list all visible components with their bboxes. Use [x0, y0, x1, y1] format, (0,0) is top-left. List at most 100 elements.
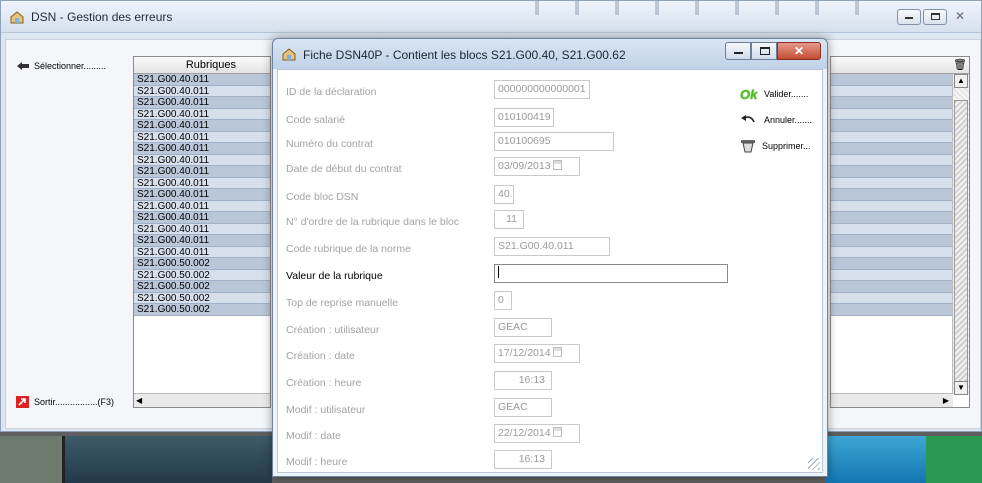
contract-start-date-input[interactable]: 03/09/2013	[494, 157, 580, 176]
grid-row[interactable]	[831, 189, 969, 201]
grid-row[interactable]	[831, 246, 969, 258]
created-user-input[interactable]: GEAC	[494, 318, 552, 337]
maximize-icon	[760, 47, 770, 55]
grid-row[interactable]	[831, 85, 969, 97]
grid-row[interactable]: S21.G00.40.011	[134, 85, 270, 97]
grid-row[interactable]	[831, 292, 969, 304]
grid-row[interactable]: S21.G00.40.011	[134, 200, 270, 212]
grid-row[interactable]: S21.G00.40.011	[134, 154, 270, 166]
created-time-input[interactable]: 16:13	[494, 371, 552, 390]
grid-row[interactable]	[831, 177, 969, 189]
scroll-right-icon[interactable]: ▶	[943, 396, 949, 405]
grid-row[interactable]: S21.G00.40.011	[134, 166, 270, 178]
grid-row[interactable]	[831, 258, 969, 270]
grid-row[interactable]	[831, 131, 969, 143]
resize-grip-icon[interactable]	[808, 458, 820, 470]
rubric-value-input[interactable]	[494, 264, 728, 283]
declaration-id-input[interactable]: 000000000000001	[494, 80, 590, 99]
main-title-bar[interactable]: DSN - Gestion des erreurs ✕	[1, 1, 981, 33]
grid-row[interactable]	[831, 154, 969, 166]
grid-row[interactable]	[831, 212, 969, 224]
field-created-time: Création : heure 16:13	[278, 371, 748, 395]
order-number-input[interactable]: 11	[494, 210, 524, 229]
main-caption-buttons: ✕	[895, 9, 973, 25]
grid-right-hscroll[interactable]: ▶	[831, 393, 953, 407]
scroll-thumb[interactable]	[954, 100, 968, 390]
grid-row[interactable]: S21.G00.40.011	[134, 131, 270, 143]
exit-button[interactable]: Sortir.................(F3)	[16, 396, 114, 408]
scroll-left-icon[interactable]: ◀	[136, 396, 142, 405]
grid-row[interactable]	[831, 108, 969, 120]
grid-row[interactable]: S21.G00.40.011	[134, 74, 270, 86]
validate-button[interactable]: Ok Valider.......	[740, 84, 824, 104]
rubriques-grid[interactable]: Rubriques S21.G00.40.011 S21.G00.40.011 S2…	[133, 56, 271, 408]
calendar-icon[interactable]	[552, 427, 562, 437]
taskbar-item[interactable]	[826, 436, 926, 483]
grid-column-header[interactable]: Rubriques	[134, 57, 270, 74]
grid-row[interactable]	[831, 304, 969, 316]
grid-row[interactable]: S21.G00.40.011	[134, 223, 270, 235]
grid-row[interactable]: S21.G00.40.011	[134, 212, 270, 224]
date-value: 22/12/2014	[498, 427, 551, 439]
grid-row[interactable]	[831, 235, 969, 247]
modified-date-input[interactable]: 22/12/2014	[494, 424, 580, 443]
norm-code-input[interactable]: S21.G00.40.011	[494, 237, 610, 256]
maximize-button[interactable]	[923, 9, 947, 25]
dsn-block-code-input[interactable]: 40	[494, 185, 514, 204]
taskbar-item[interactable]	[0, 436, 62, 483]
dialog-close-button[interactable]: ✕	[777, 42, 821, 60]
close-icon: ✕	[794, 44, 805, 58]
grid-row[interactable]: S21.G00.50.002	[134, 292, 270, 304]
grid-row[interactable]	[831, 120, 969, 132]
field-label: Création : utilisateur	[286, 324, 380, 336]
grid-row[interactable]	[831, 223, 969, 235]
grid-row[interactable]: S21.G00.40.011	[134, 235, 270, 247]
grid-row[interactable]	[831, 166, 969, 178]
close-button[interactable]: ✕	[949, 9, 973, 25]
dialog-title-bar[interactable]: Fiche DSN40P - Contient les blocs S21.G0…	[273, 39, 827, 69]
grid-row[interactable]: S21.G00.50.002	[134, 281, 270, 293]
grid-trash-icon[interactable]: 🗑	[953, 58, 967, 71]
grid-vertical-scrollbar[interactable]: ▲ ▼	[952, 74, 969, 395]
grid-row[interactable]: S21.G00.40.011	[134, 108, 270, 120]
field-label: Modif : utilisateur	[286, 404, 366, 416]
contract-number-input[interactable]: 010100695	[494, 132, 614, 151]
employee-code-input[interactable]: 010100419	[494, 108, 554, 127]
minimize-button[interactable]	[897, 9, 921, 25]
calendar-icon[interactable]	[552, 347, 562, 357]
grid-row[interactable]	[831, 200, 969, 212]
grid-row[interactable]: S21.G00.40.011	[134, 97, 270, 109]
grid-row[interactable]: S21.G00.40.011	[134, 120, 270, 132]
cancel-button[interactable]: Annuler.......	[740, 110, 824, 130]
grid-row[interactable]: S21.G00.50.002	[134, 258, 270, 270]
created-date-input[interactable]: 17/12/2014	[494, 344, 580, 363]
grid-row[interactable]	[831, 269, 969, 281]
modified-time-input[interactable]: 16:13	[494, 450, 552, 469]
modified-user-input[interactable]: GEAC	[494, 398, 552, 417]
grid-row[interactable]	[831, 143, 969, 155]
dialog-maximize-button[interactable]	[751, 42, 777, 60]
scroll-up-icon[interactable]: ▲	[954, 74, 968, 88]
select-button[interactable]: Sélectionner.........	[16, 60, 106, 72]
grid-row[interactable]	[831, 281, 969, 293]
taskbar-item[interactable]	[62, 436, 272, 483]
grid-row[interactable]: S21.G00.50.002	[134, 269, 270, 281]
grid-row[interactable]	[831, 97, 969, 109]
delete-button[interactable]: Supprimer...	[740, 136, 824, 156]
grid-row[interactable]: S21.G00.40.011	[134, 246, 270, 258]
grid-row[interactable]: S21.G00.50.002	[134, 304, 270, 316]
grid-row[interactable]: S21.G00.40.011	[134, 189, 270, 201]
dialog-minimize-button[interactable]	[725, 42, 751, 60]
calendar-icon[interactable]	[552, 160, 562, 170]
field-label: ID de la déclaration	[286, 86, 377, 98]
date-value: 03/09/2013	[498, 160, 551, 172]
taskbar-item[interactable]	[926, 436, 982, 483]
grid-row[interactable]: S21.G00.40.011	[134, 143, 270, 155]
grid-horizontal-scrollbar[interactable]: ◀	[134, 393, 270, 407]
manual-flag-input[interactable]: 0	[494, 291, 512, 310]
grid-row[interactable]: S21.G00.40.011	[134, 177, 270, 189]
scroll-down-icon[interactable]: ▼	[954, 381, 968, 395]
exit-icon	[16, 396, 29, 408]
field-modified-time: Modif : heure 16:13	[278, 450, 748, 474]
grid-row[interactable]	[831, 74, 969, 86]
